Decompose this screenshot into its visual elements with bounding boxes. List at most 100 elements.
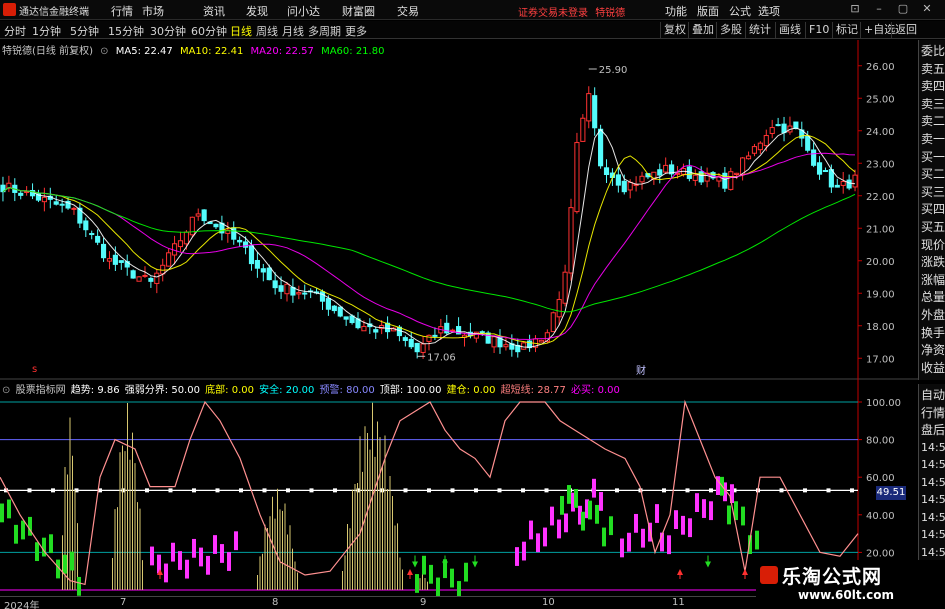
x-label-aug: 8 (272, 597, 279, 608)
tab-intraday[interactable]: 分时 (4, 23, 26, 39)
menu-market[interactable]: 市场 (142, 3, 164, 19)
side-tab-17[interactable]: 净资 (921, 341, 945, 359)
side-tab-13[interactable]: 涨幅 (921, 271, 945, 289)
side-tab-9[interactable]: 买四 (921, 200, 945, 218)
tick-item-2[interactable]: 盘后 (921, 421, 945, 439)
signal-bar (688, 518, 692, 538)
tab-30min[interactable]: 30分钟 (150, 23, 186, 39)
side-tab-3[interactable]: 卖三 (921, 95, 945, 113)
candle-body (142, 274, 148, 277)
side-tab-1[interactable]: 卖五 (921, 60, 945, 78)
price-chart[interactable]: 25.90 17.06 s 财 26.00 25.00 24.00 23.00 22.00 21… (0, 40, 918, 378)
tick-item-0[interactable]: 自动 (921, 386, 945, 404)
tab-weekly[interactable]: 周线 (256, 23, 278, 39)
tab-monthly[interactable]: 月线 (282, 23, 304, 39)
side-tab-7[interactable]: 买二 (921, 165, 945, 183)
tab-5min[interactable]: 5分钟 (70, 23, 99, 39)
menu-news[interactable]: 资讯 (203, 3, 225, 19)
candle-body (89, 233, 95, 236)
signal-bar (192, 538, 196, 558)
signal-bar (206, 555, 210, 575)
overlay-button[interactable]: 叠加 (688, 22, 717, 38)
legend-gear-icon[interactable]: ⊙ (100, 46, 108, 57)
tick-item-9[interactable]: 14:50 (921, 544, 945, 562)
side-tab-15[interactable]: 外盘 (921, 306, 945, 324)
tab-multi-period[interactable]: 多周期 (308, 23, 341, 39)
candle-body (166, 252, 172, 267)
indicator-gear-icon[interactable]: ⊙ (2, 385, 10, 396)
tab-1min[interactable]: 1分钟 (32, 23, 61, 39)
tick-item-1[interactable]: 行情 (921, 404, 945, 422)
ind-tick-label: 20.00 (866, 548, 895, 559)
side-tab-0[interactable]: 委比 (921, 42, 945, 60)
login-notice[interactable]: 证券交易未登录 特锐德 (518, 4, 625, 19)
candle-body (627, 181, 633, 191)
menu-wealth-circle[interactable]: 财富圈 (342, 3, 375, 19)
multi-stock-button[interactable]: 多股 (716, 22, 745, 38)
candle-body (118, 260, 124, 263)
draw-line-button[interactable]: 画线 (775, 22, 804, 38)
signal-bar (422, 555, 426, 575)
maximize-icon[interactable]: ▢ (896, 2, 910, 16)
signal-bar (557, 519, 561, 539)
candle-body (757, 142, 763, 151)
stock-label: 特锐德(日线 前复权) (2, 46, 93, 57)
menu-ask-xiaoda[interactable]: 问小达 (287, 3, 320, 19)
side-tab-18[interactable]: 收益 (921, 359, 945, 377)
candle-body (201, 209, 207, 222)
candle-body (781, 123, 787, 134)
menu-formula[interactable]: 公式 (729, 3, 751, 19)
side-tab-16[interactable]: 换手 (921, 324, 945, 342)
side-tab-5[interactable]: 卖一 (921, 130, 945, 148)
statistics-button[interactable]: 统计 (745, 22, 774, 38)
menu-layout[interactable]: 版面 (697, 3, 719, 19)
period-toolbar: 分时 1分钟 5分钟 15分钟 30分钟 60分钟 日线 周线 月线 多周期 更… (0, 21, 945, 39)
menu-options[interactable]: 选项 (758, 3, 780, 19)
mark-button[interactable]: 标记 (832, 22, 861, 38)
side-tab-14[interactable]: 总量 (921, 288, 945, 306)
menu-function[interactable]: 功能 (665, 3, 687, 19)
boundary-dot (192, 488, 196, 493)
indicator-boundary: 强弱分界: 50.00 (124, 385, 200, 396)
tick-item-3[interactable]: 14:50 (921, 439, 945, 457)
side-tab-10[interactable]: 买五 (921, 218, 945, 236)
side-tab-6[interactable]: 买一 (921, 148, 945, 166)
menu-trade[interactable]: 交易 (397, 3, 419, 19)
candle-body (278, 285, 284, 292)
menu-quotes[interactable]: 行情 (111, 3, 133, 19)
tab-15min[interactable]: 15分钟 (108, 23, 144, 39)
back-button[interactable]: 返回 (891, 22, 920, 38)
candle-body (556, 299, 562, 318)
tick-item-4[interactable]: 14:50 (921, 456, 945, 474)
signal-bar (564, 513, 568, 533)
tab-60min[interactable]: 60分钟 (191, 23, 227, 39)
side-tab-2[interactable]: 卖四 (921, 77, 945, 95)
f10-button[interactable]: F10 (805, 22, 832, 38)
tab-daily[interactable]: 日线 (230, 23, 252, 39)
tab-more[interactable]: 更多 (345, 23, 367, 39)
boundary-dot (662, 488, 666, 493)
app-logo-icon (3, 3, 16, 16)
tick-item-5[interactable]: 14:50 (921, 474, 945, 492)
candle-body (426, 334, 432, 342)
restore-icon[interactable]: ⊡ (848, 2, 862, 16)
menu-discover[interactable]: 发现 (246, 3, 268, 19)
side-tab-4[interactable]: 卖二 (921, 112, 945, 130)
signal-bar (0, 503, 4, 523)
minimize-icon[interactable]: – (872, 2, 886, 16)
signal-bar (602, 527, 606, 547)
tick-item-6[interactable]: 14:50 (921, 491, 945, 509)
side-tab-12[interactable]: 涨跌 (921, 253, 945, 271)
close-icon[interactable]: ✕ (920, 2, 934, 16)
indicator-name: 股票指标网 (15, 385, 66, 396)
tick-item-8[interactable]: 14:50 (921, 526, 945, 544)
candle-body (740, 157, 746, 175)
adjust-button[interactable]: 复权 (660, 22, 689, 38)
tick-item-7[interactable]: 14:50 (921, 509, 945, 527)
boundary-dot (497, 488, 502, 493)
side-tab-8[interactable]: 买三 (921, 183, 945, 201)
boundary-dot (709, 488, 713, 493)
signal-bar (595, 504, 599, 524)
price-tick-label: 18.00 (866, 322, 895, 333)
side-tab-11[interactable]: 现价 (921, 236, 945, 254)
